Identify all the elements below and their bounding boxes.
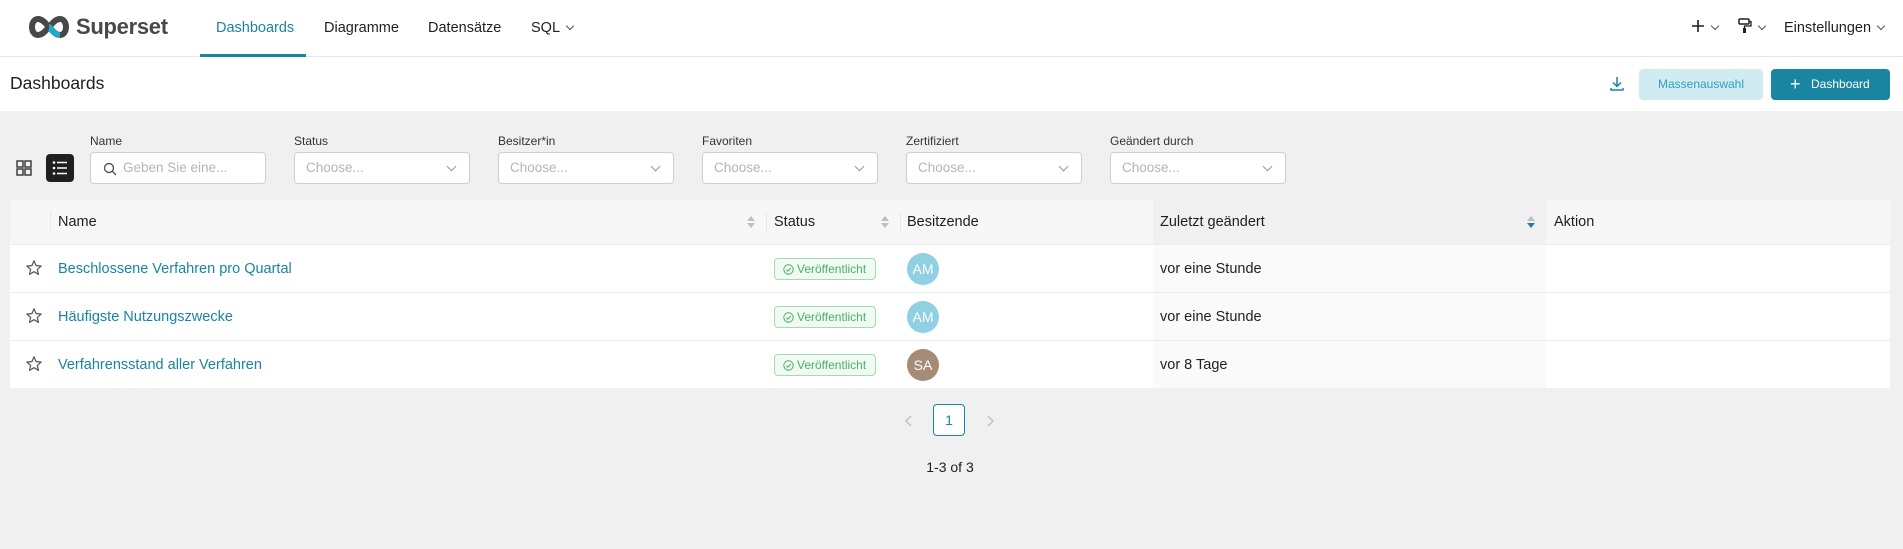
favorites-select-placeholder: Choose... xyxy=(714,160,772,175)
list-icon xyxy=(52,161,67,175)
column-header-actions: Aktion xyxy=(1554,214,1595,230)
chevron-down-icon xyxy=(446,161,457,172)
dashboards-table: Name Status Besitzende Zuletzt geändert … xyxy=(10,200,1890,388)
status-badge: Veröffentlicht xyxy=(774,258,877,280)
table-row: Beschlossene Verfahren pro Quartal Veröf… xyxy=(10,244,1890,292)
add-dashboard-button[interactable]: + Dashboard xyxy=(1771,69,1890,100)
column-header-name[interactable]: Name xyxy=(58,200,97,244)
pagination-next-icon[interactable] xyxy=(982,413,998,429)
dashboard-name-link[interactable]: Verfahrensstand aller Verfahren xyxy=(58,341,262,389)
status-badge-label: Veröffentlicht xyxy=(797,310,867,324)
owner-avatar[interactable]: AM xyxy=(907,301,939,333)
download-icon xyxy=(1610,77,1624,91)
column-divider xyxy=(50,212,51,232)
status-select[interactable]: Choose... xyxy=(294,152,470,184)
dashboard-name-link[interactable]: Beschlossene Verfahren pro Quartal xyxy=(58,245,292,293)
chevron-down-icon xyxy=(1262,161,1273,172)
chevron-down-icon xyxy=(1876,21,1886,31)
pagination-page-1[interactable]: 1 xyxy=(933,404,965,436)
top-navbar: Superset Dashboards Diagramme Datensätze… xyxy=(0,0,1903,57)
status-badge: Veröffentlicht xyxy=(774,306,877,328)
plus-icon xyxy=(1692,20,1704,32)
status-badge: Veröffentlicht xyxy=(774,354,877,376)
chevron-down-icon xyxy=(1710,21,1720,31)
pagination-summary: 1-3 of 3 xyxy=(926,459,974,475)
bulk-select-button[interactable]: Massenauswahl xyxy=(1639,69,1763,100)
add-new-menu[interactable] xyxy=(1691,0,1720,57)
card-view-toggle[interactable] xyxy=(10,154,38,182)
search-icon xyxy=(103,162,117,176)
status-badge-label: Veröffentlicht xyxy=(797,262,867,276)
check-circle-icon xyxy=(783,312,794,323)
superset-logo[interactable]: Superset xyxy=(26,13,168,41)
chevron-down-icon xyxy=(1757,21,1767,31)
add-dashboard-label: Dashboard xyxy=(1811,77,1870,91)
column-divider xyxy=(900,212,901,232)
modified-by-select[interactable]: Choose... xyxy=(1110,152,1286,184)
chevron-down-icon xyxy=(1058,161,1069,172)
nav-sql-label: SQL xyxy=(531,20,561,36)
filter-label-certified: Zertifiziert xyxy=(906,134,959,148)
filter-label-favorites: Favoriten xyxy=(702,134,753,148)
filter-label-name: Name xyxy=(90,134,123,148)
logo-text: Superset xyxy=(76,14,168,39)
certified-select[interactable]: Choose... xyxy=(906,152,1082,184)
last-modified-text: vor eine Stunde xyxy=(1160,309,1262,325)
filter-label-status: Status xyxy=(294,134,329,148)
column-header-owners: Besitzende xyxy=(907,214,979,230)
nav-datensaetze[interactable]: Datensätze xyxy=(428,0,501,57)
chevron-down-icon xyxy=(650,161,661,172)
owner-avatar[interactable]: AM xyxy=(907,253,939,285)
download-button[interactable] xyxy=(1607,74,1627,94)
column-divider xyxy=(766,212,767,232)
check-circle-icon xyxy=(783,264,794,275)
star-icon[interactable] xyxy=(25,355,43,373)
certified-select-placeholder: Choose... xyxy=(918,160,976,175)
owner-avatar[interactable]: SA xyxy=(907,349,939,381)
sort-descending-icon[interactable] xyxy=(1526,215,1536,229)
sort-icon[interactable] xyxy=(880,215,890,229)
nav-sql[interactable]: SQL xyxy=(531,0,575,57)
name-search-input[interactable]: Geben Sie eine... xyxy=(90,152,266,184)
table-row: Verfahrensstand aller Verfahren Veröffen… xyxy=(10,340,1890,388)
infinity-logo-icon xyxy=(29,15,69,39)
pagination-prev-icon[interactable] xyxy=(901,413,917,429)
status-badge-label: Veröffentlicht xyxy=(797,358,867,372)
column-header-last-modified[interactable]: Zuletzt geändert xyxy=(1160,200,1265,244)
column-header-status[interactable]: Status xyxy=(774,200,815,244)
sort-icon[interactable] xyxy=(746,215,756,229)
paint-roller-icon xyxy=(1738,18,1752,33)
page-header: Dashboards Massenauswahl + Dashboard xyxy=(0,57,1903,111)
nav-diagramme[interactable]: Diagramme xyxy=(324,0,399,57)
table-row: Häufigste Nutzungszwecke Veröffentlicht … xyxy=(10,292,1890,340)
star-icon[interactable] xyxy=(25,259,43,277)
grid-icon xyxy=(16,160,32,176)
last-modified-text: vor eine Stunde xyxy=(1160,261,1262,277)
check-circle-icon xyxy=(783,360,794,371)
plus-icon: + xyxy=(1790,74,1801,94)
modified-by-select-placeholder: Choose... xyxy=(1122,160,1180,175)
chevron-down-icon xyxy=(854,161,865,172)
page-title: Dashboards xyxy=(10,73,105,93)
list-view-toggle[interactable] xyxy=(46,154,74,182)
owner-select[interactable]: Choose... xyxy=(498,152,674,184)
nav-dashboards[interactable]: Dashboards xyxy=(216,0,294,57)
filter-label-modified-by: Geändert durch xyxy=(1110,134,1194,148)
filter-label-owner: Besitzer*in xyxy=(498,134,556,148)
settings-menu[interactable]: Einstellungen xyxy=(1784,0,1886,57)
status-select-placeholder: Choose... xyxy=(306,160,364,175)
owner-select-placeholder: Choose... xyxy=(510,160,568,175)
favorites-select[interactable]: Choose... xyxy=(702,152,878,184)
settings-label: Einstellungen xyxy=(1784,20,1872,36)
name-search-placeholder: Geben Sie eine... xyxy=(123,160,228,175)
star-icon[interactable] xyxy=(25,307,43,325)
theme-menu[interactable] xyxy=(1738,0,1767,57)
chevron-down-icon xyxy=(565,21,575,31)
dashboard-name-link[interactable]: Häufigste Nutzungszwecke xyxy=(58,293,233,341)
last-modified-text: vor 8 Tage xyxy=(1160,357,1228,373)
